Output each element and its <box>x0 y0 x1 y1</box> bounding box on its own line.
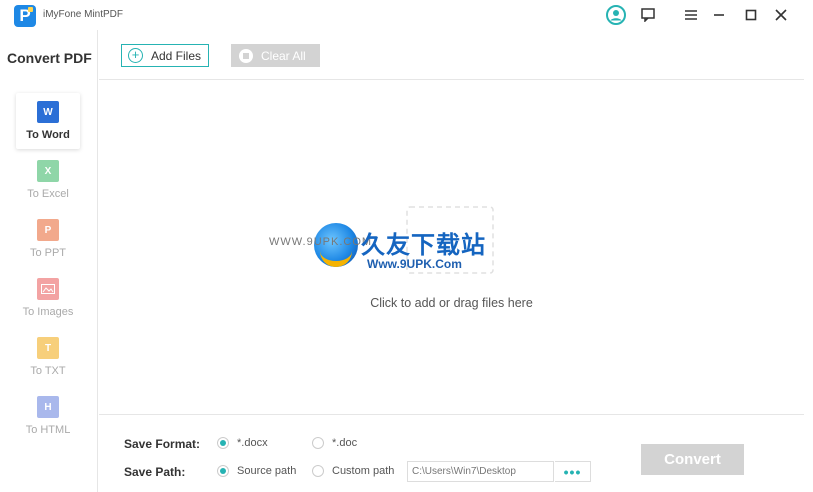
convert-button[interactable]: Convert <box>641 444 744 475</box>
radio-dot <box>312 437 324 449</box>
image-icon <box>37 278 59 300</box>
format-doc-label: *.doc <box>332 437 358 449</box>
maximize-icon[interactable] <box>740 4 762 26</box>
sidebar-item-label: To Word <box>26 129 70 141</box>
app-logo: P <box>14 5 36 27</box>
format-docx-label: *.docx <box>237 437 268 449</box>
clear-all-button[interactable]: Clear All <box>231 44 320 67</box>
watermark-url-left: WWW.9UPK.COM <box>269 236 373 248</box>
radio-dot <box>217 437 229 449</box>
app-title: iMyFone MintPDF <box>43 9 124 20</box>
add-files-button[interactable]: + Add Files <box>121 44 209 67</box>
sidebar-item-label: To Excel <box>27 188 69 200</box>
sidebar-item-to-ppt[interactable]: P To PPT <box>16 211 80 267</box>
radio-dot <box>312 465 324 477</box>
app-window: P iMyFone MintPDF Convert PDF W To Word … <box>0 0 813 492</box>
save-path-input[interactable] <box>407 461 554 482</box>
ppt-icon: P <box>37 219 59 241</box>
toolbar: + Add Files Clear All <box>99 30 804 80</box>
feedback-icon[interactable] <box>637 4 659 26</box>
word-icon: W <box>37 101 59 123</box>
watermark-url: Www.9UPK.Com <box>367 257 462 271</box>
plus-icon: + <box>128 48 143 63</box>
txt-icon: T <box>37 337 59 359</box>
watermark-title: 久友下载站 <box>361 232 486 259</box>
radio-dot <box>217 465 229 477</box>
settings-panel: Save Format: *.docx *.doc Save Path: Sou… <box>99 414 804 492</box>
sidebar-item-to-html[interactable]: H To HTML <box>16 388 80 444</box>
close-icon[interactable] <box>770 4 792 26</box>
sidebar-item-label: To HTML <box>25 424 71 436</box>
sidebar-item-label: To Images <box>22 306 74 318</box>
title-bar: P iMyFone MintPDF <box>0 0 813 30</box>
html-icon: H <box>37 396 59 418</box>
minimize-icon[interactable] <box>708 4 730 26</box>
sidebar-item-to-word[interactable]: W To Word <box>16 93 80 149</box>
save-path-label: Save Path: <box>124 465 186 479</box>
custom-path-label: Custom path <box>332 465 395 477</box>
sidebar-item-label: To TXT <box>30 365 66 377</box>
browse-button[interactable]: ••• <box>555 461 591 482</box>
sidebar-title: Convert PDF <box>7 50 92 66</box>
save-format-label: Save Format: <box>124 437 201 451</box>
sidebar-item-to-images[interactable]: To Images <box>16 270 80 326</box>
source-path-label: Source path <box>237 465 297 477</box>
sidebar-item-to-txt[interactable]: T To TXT <box>16 329 80 385</box>
trash-icon <box>239 48 253 63</box>
source-path-radio[interactable]: Source path <box>217 465 296 477</box>
sidebar-item-label: To PPT <box>29 247 67 259</box>
custom-path-radio[interactable]: Custom path <box>312 465 394 477</box>
format-doc-radio[interactable]: *.doc <box>312 437 357 449</box>
sidebar-item-to-excel[interactable]: X To Excel <box>16 152 80 208</box>
clear-all-label: Clear All <box>261 48 306 63</box>
drop-hint: Click to add or drag files here <box>370 296 533 310</box>
format-docx-radio[interactable]: *.docx <box>217 437 268 449</box>
file-drop-area[interactable]: WWW.9UPK.COM 久友下载站 Www.9UPK.Com Click to… <box>99 81 804 413</box>
excel-icon: X <box>37 160 59 182</box>
sidebar: Convert PDF W To Word X To Excel P To PP… <box>0 30 98 492</box>
account-icon[interactable] <box>605 4 627 26</box>
menu-icon[interactable] <box>680 4 702 26</box>
add-files-label: Add Files <box>151 48 202 63</box>
